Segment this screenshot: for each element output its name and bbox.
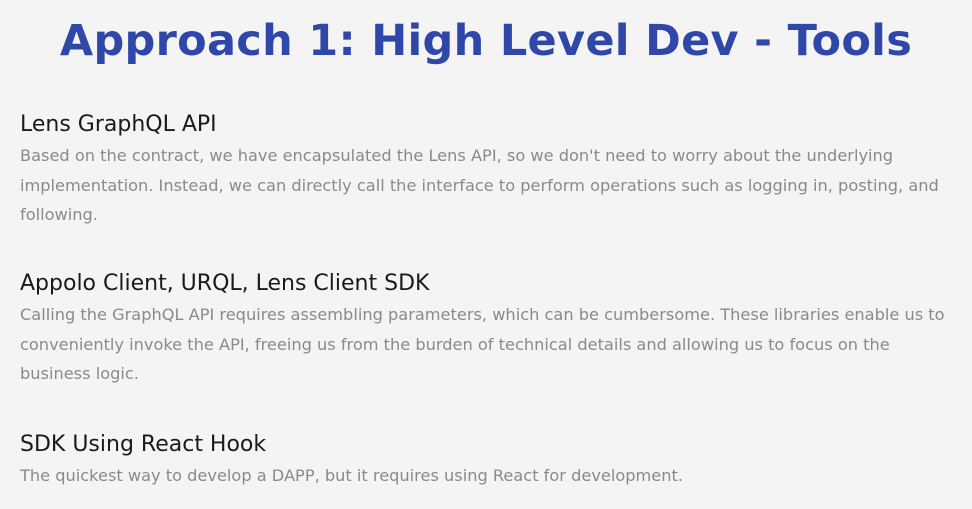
section-client-libraries: Appolo Client, URQL, Lens Client SDK Cal… <box>20 269 950 389</box>
section-heading: SDK Using React Hook <box>20 432 267 457</box>
section-body: Based on the contract, we have encapsula… <box>20 146 939 224</box>
slide: Approach 1: High Level Dev - Tools Lens … <box>0 0 972 509</box>
section-body: Calling the GraphQL API requires assembl… <box>20 305 945 383</box>
section-sdk-react-hook: SDK Using React Hook The quickest way to… <box>20 430 950 491</box>
section-lens-graphql-api: Lens GraphQL API Based on the contract, … <box>20 110 950 230</box>
section-body: The quickest way to develop a DAPP, but … <box>20 466 684 485</box>
slide-title: Approach 1: High Level Dev - Tools <box>59 16 913 66</box>
section-heading: Lens GraphQL API <box>20 112 217 137</box>
section-heading: Appolo Client, URQL, Lens Client SDK <box>20 271 430 296</box>
